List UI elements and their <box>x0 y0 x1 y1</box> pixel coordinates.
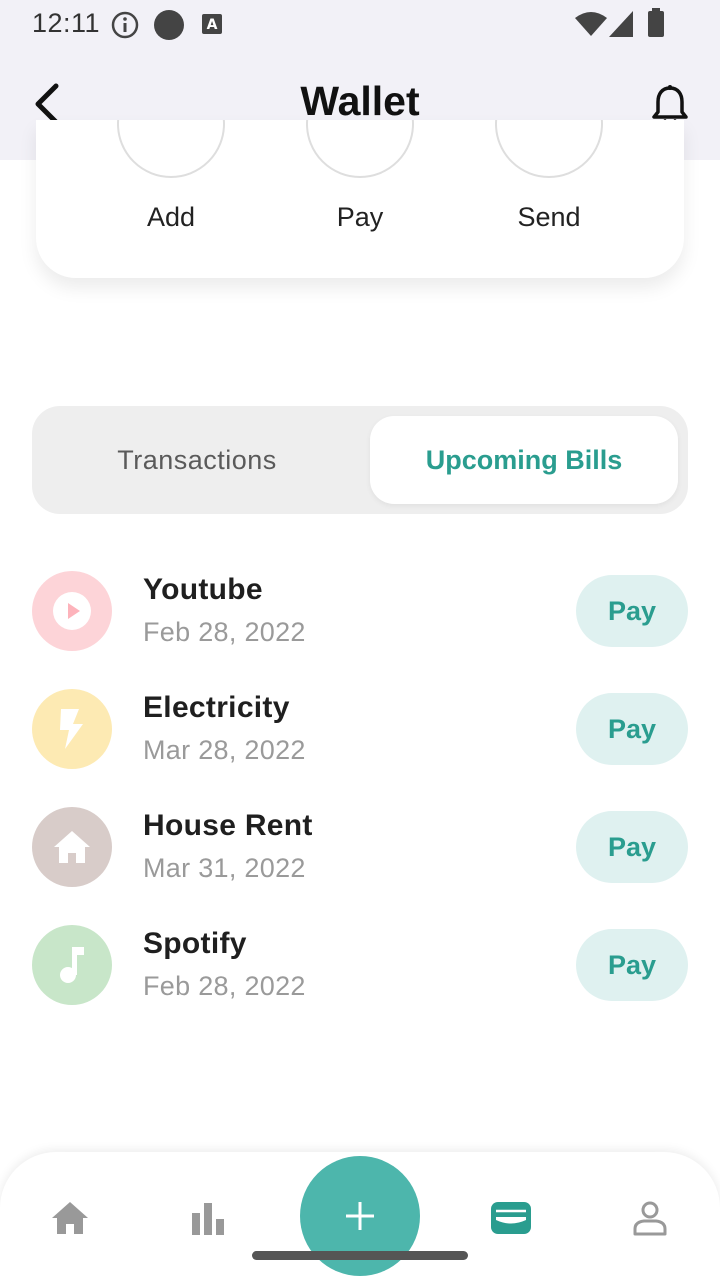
pay-action-circle <box>306 120 414 182</box>
music-note-icon <box>60 947 84 983</box>
play-icon <box>53 592 91 630</box>
spotify-bill-icon <box>32 925 112 1005</box>
home-indicator <box>252 1251 468 1260</box>
send-action-label: Send <box>517 202 581 232</box>
bill-date: Mar 28, 2022 <box>143 735 306 765</box>
pay-action-label: Pay <box>336 202 384 232</box>
wallet-icon <box>491 1202 531 1234</box>
signal-icon <box>608 10 634 43</box>
nav-stats[interactable] <box>178 1190 238 1246</box>
wallet-actions-card: Add Pay Send <box>36 120 684 278</box>
page-title: Wallet <box>300 78 420 124</box>
house-icon <box>54 831 90 863</box>
send-action-circle <box>495 120 603 182</box>
bill-row-house-rent: House Rent Mar 31, 2022 Pay <box>32 807 688 887</box>
bill-row-youtube: Youtube Feb 28, 2022 Pay <box>32 571 688 651</box>
bill-name: Spotify <box>143 927 247 960</box>
segmented-tabs: Transactions Upcoming Bills <box>32 406 688 514</box>
svg-text:A: A <box>207 17 218 33</box>
nav-profile[interactable] <box>620 1190 680 1246</box>
status-bar: 12:11 A <box>0 0 720 48</box>
bill-name: Electricity <box>143 691 290 724</box>
add-action-circle <box>117 120 225 182</box>
chart-icon <box>192 1203 224 1235</box>
bill-row-spotify: Spotify Feb 28, 2022 Pay <box>32 925 688 1005</box>
profile-icon <box>633 1201 667 1236</box>
tab-upcoming-bills[interactable]: Upcoming Bills <box>370 416 678 504</box>
electricity-bill-icon <box>32 689 112 769</box>
bill-date: Feb 28, 2022 <box>143 971 306 1001</box>
wifi-icon <box>574 10 608 43</box>
a-icon: A <box>200 12 224 41</box>
lightning-icon <box>60 709 83 749</box>
bill-name: Youtube <box>143 573 263 606</box>
info-icon <box>110 10 140 45</box>
bill-date: Feb 28, 2022 <box>143 617 306 647</box>
pay-button[interactable]: Pay <box>576 811 688 883</box>
add-icon <box>346 1202 374 1230</box>
pay-button[interactable]: Pay <box>576 575 688 647</box>
youtube-bill-icon <box>32 571 112 651</box>
house-rent-bill-icon <box>32 807 112 887</box>
tab-transactions[interactable]: Transactions <box>42 416 352 504</box>
pay-button[interactable]: Pay <box>576 693 688 765</box>
bill-date: Mar 31, 2022 <box>143 853 306 883</box>
nav-home[interactable] <box>40 1190 100 1246</box>
home-icon <box>52 1202 88 1234</box>
status-time: 12:11 <box>32 8 101 38</box>
bill-row-electricity: Electricity Mar 28, 2022 Pay <box>32 689 688 769</box>
dot-icon <box>153 10 185 45</box>
pay-button[interactable]: Pay <box>576 929 688 1001</box>
nav-wallet[interactable] <box>481 1190 541 1246</box>
bill-name: House Rent <box>143 809 313 842</box>
battery-icon <box>646 8 666 43</box>
add-action-label: Add <box>146 202 196 232</box>
